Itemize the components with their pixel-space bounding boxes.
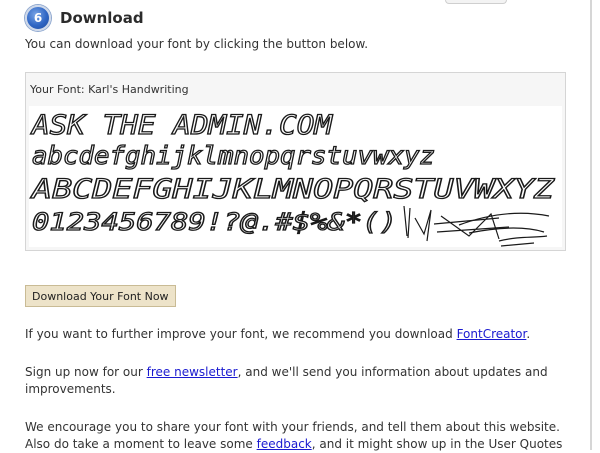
feedback-link[interactable]: feedback	[257, 437, 312, 451]
preview-line-4: 0123456789!?@.#$%&*()	[32, 208, 397, 236]
preview-line-1: ASK THE ADMIN.COM	[30, 110, 334, 141]
newsletter-link[interactable]: free newsletter	[147, 365, 238, 379]
scribble-glyphs	[403, 205, 550, 247]
newsletter-paragraph: Sign up now for our free newsletter, and…	[25, 365, 548, 396]
intro-text: You can download your font by clicking t…	[25, 37, 369, 51]
font-name-label: Your Font: Karl's Handwriting	[30, 83, 189, 96]
share-paragraph: We encourage you to share your font with…	[25, 420, 563, 451]
window-frame-edge	[590, 0, 592, 450]
step-header: 6 Download	[25, 5, 144, 31]
improve-paragraph: If you want to further improve your font…	[25, 327, 531, 341]
fontcreator-link[interactable]: FontCreator	[457, 327, 527, 341]
download-font-button[interactable]: Download Your Font Now	[25, 285, 176, 307]
step-title: Download	[60, 9, 144, 27]
window-tab-edge	[445, 0, 507, 4]
font-preview-box: Your Font: Karl's Handwriting ASK THE AD…	[25, 72, 566, 251]
preview-line-2: abcdefghijklmnopqrstuvwxyz	[32, 141, 435, 170]
step-number-badge: 6	[25, 5, 51, 31]
font-preview-image: ASK THE ADMIN.COM abcdefghijklmnopqrstuv…	[29, 106, 562, 247]
preview-line-3: ABCDEFGHIJKLMNOPQRSTUVWXYZ	[30, 174, 555, 205]
